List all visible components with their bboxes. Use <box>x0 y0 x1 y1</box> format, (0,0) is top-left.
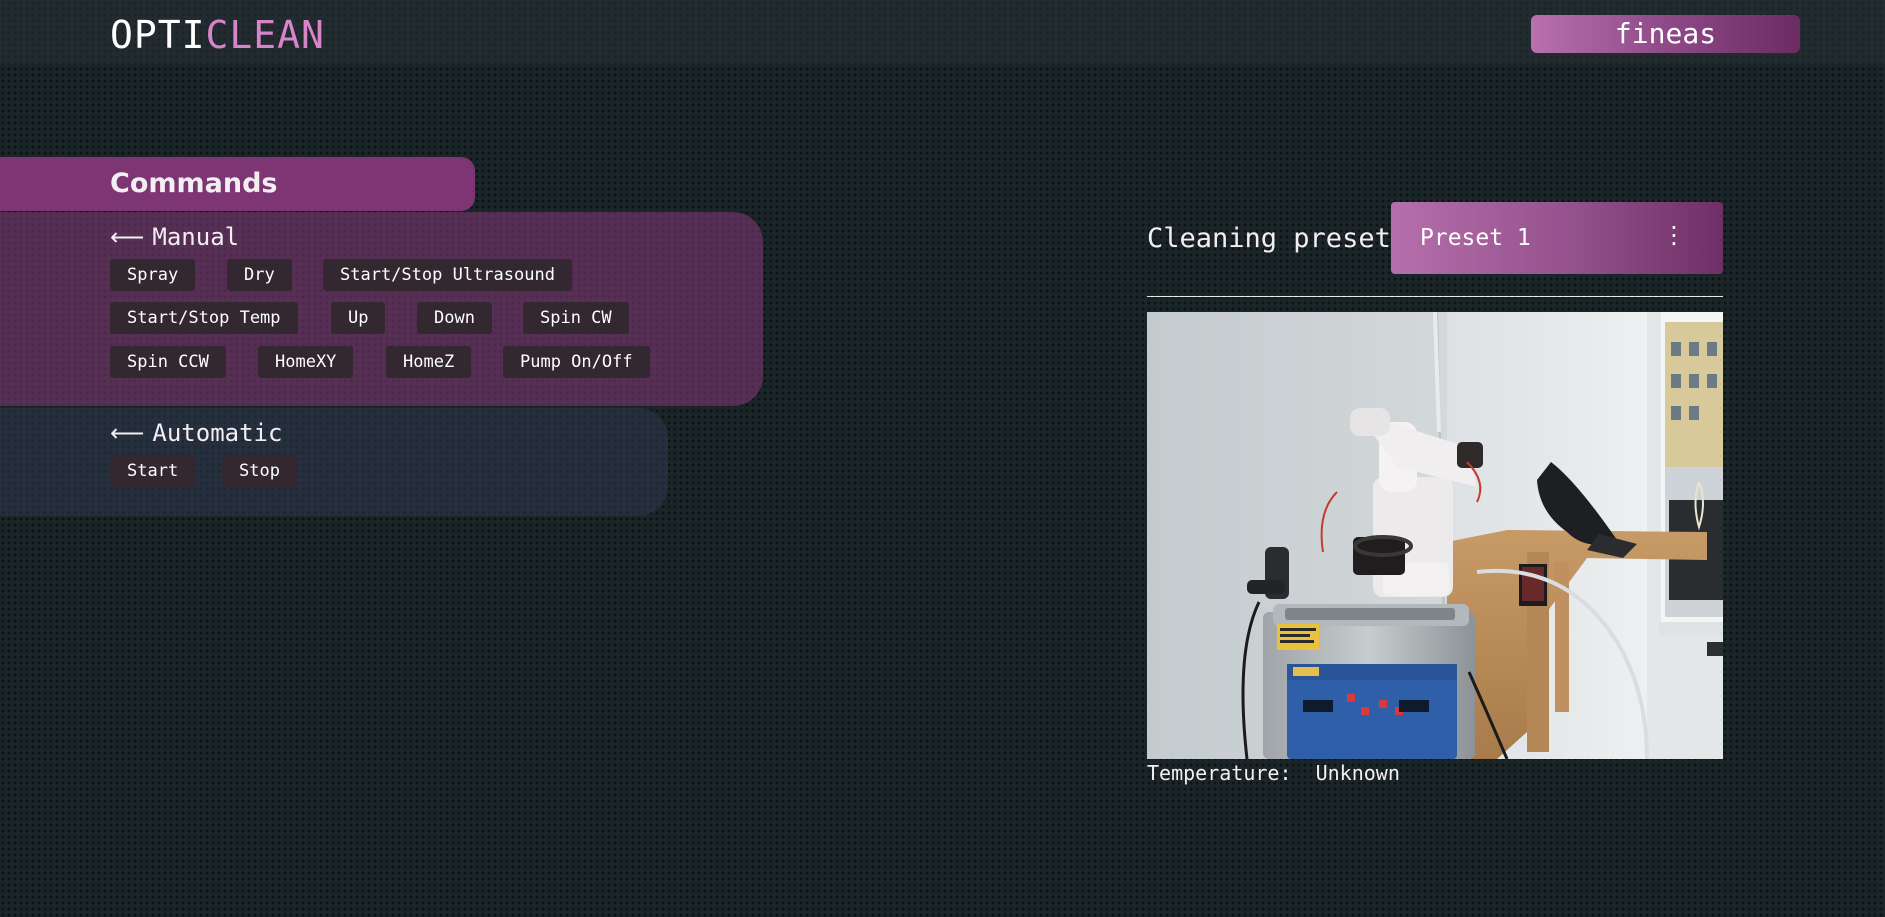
ultrasound-toggle-button[interactable]: Start/Stop Ultrasound <box>323 259 572 291</box>
spin-cw-button[interactable]: Spin CW <box>523 302 629 334</box>
manual-section-title: Manual <box>152 223 240 251</box>
cleaning-preset-label: Cleaning preset <box>1147 223 1391 254</box>
automatic-section-title: Automatic <box>152 419 283 447</box>
spray-button[interactable]: Spray <box>110 259 196 291</box>
camera-feed-image <box>1147 312 1723 759</box>
automatic-commands-panel: ⟵ Automatic Start Stop <box>0 408 668 516</box>
divider <box>1147 296 1723 297</box>
up-button[interactable]: Up <box>331 302 386 334</box>
preset-selected-value: Preset 1 <box>1420 225 1531 251</box>
temperature-readout: Temperature: Unknown <box>1147 758 1400 788</box>
temp-toggle-button[interactable]: Start/Stop Temp <box>110 302 298 334</box>
commands-header: Commands <box>0 157 475 211</box>
home-z-button[interactable]: HomeZ <box>386 346 472 378</box>
cleaning-preset-select[interactable]: Preset 1 ⋮ <box>1391 202 1723 274</box>
logo-text-clean: CLEAN <box>205 13 325 57</box>
user-account-button[interactable]: fineas <box>1531 15 1800 53</box>
logo-text-opti: OPTI <box>110 13 206 57</box>
home-xy-button[interactable]: HomeXY <box>258 346 354 378</box>
temperature-value: Unknown <box>1315 761 1400 785</box>
commands-title: Commands <box>110 168 278 199</box>
automatic-section-toggle[interactable]: ⟵ Automatic <box>110 418 282 448</box>
start-button[interactable]: Start <box>110 455 196 487</box>
stop-button[interactable]: Stop <box>222 455 297 487</box>
pump-toggle-button[interactable]: Pump On/Off <box>503 346 650 378</box>
manual-section-toggle[interactable]: ⟵ Manual <box>110 222 239 252</box>
temperature-label: Temperature: <box>1147 761 1292 785</box>
app-logo[interactable]: OPTICLEAN <box>110 12 325 58</box>
more-vert-icon[interactable]: ⋮ <box>1662 218 1686 252</box>
arrow-left-icon: ⟵ <box>110 223 145 251</box>
dry-button[interactable]: Dry <box>227 259 292 291</box>
spin-ccw-button[interactable]: Spin CCW <box>110 346 226 378</box>
down-button[interactable]: Down <box>417 302 492 334</box>
camera-feed <box>1147 312 1723 759</box>
top-bar: OPTICLEAN fineas <box>0 0 1885 64</box>
manual-commands-panel: ⟵ Manual Spray Dry Start/Stop Ultrasound … <box>0 212 763 406</box>
arrow-left-icon: ⟵ <box>110 419 145 447</box>
